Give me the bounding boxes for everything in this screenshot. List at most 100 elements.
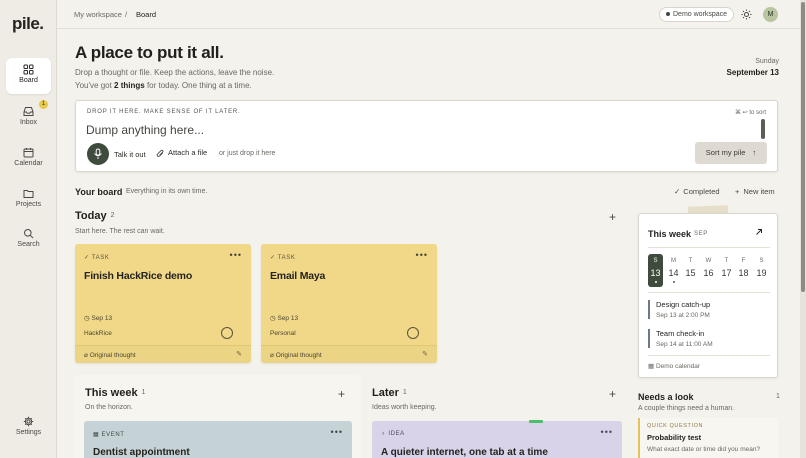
sidebar-item-settings[interactable]: Settings [6,410,51,446]
sidebar-item-label: Board [19,77,38,84]
today-title: Today [75,210,107,222]
card-title: Finish HackRice demo [84,270,193,282]
drag-indicator[interactable] [529,420,543,423]
workspace-dot [666,12,670,17]
calendar-source[interactable]: ▦ Demo calendar [648,362,700,370]
this-week-count: 1 [141,389,146,396]
talk-it-out-label[interactable]: Talk it out [114,150,146,159]
question-text: What exact date or time did you mean? [647,446,761,453]
theme-toggle-sun-icon[interactable] [741,9,752,20]
calendar-day[interactable]: W 16 [701,254,716,287]
app-logo[interactable]: pile. [12,14,44,34]
page-title: A place to put it all. [75,43,224,62]
calendar-day[interactable]: S 19 [754,254,769,287]
attach-file-button[interactable]: Attach a file [156,148,207,158]
card-title: Email Maya [270,270,326,282]
idea-card[interactable]: ♁ IDEA ••• A quieter internet, one tab a… [372,421,622,458]
original-thought-link[interactable]: ⌀ Original thought [84,351,136,359]
day-number: 17 [721,268,732,278]
task-type-label: ✓ TASK [84,254,109,261]
new-item-label: New item [743,187,775,196]
task-type-label: ✓ TASK [270,254,295,261]
workspace-switcher[interactable]: Demo workspace [659,7,735,22]
attach-file-label: Attach a file [168,148,208,157]
board-subtitle: Everything in its own time. [126,188,208,195]
this-week-add-button[interactable]: + [338,387,345,401]
today-status: You've got 2 things for today. One thing… [75,81,252,90]
double-check-icon: ✓ [674,187,681,196]
sidebar-item-board[interactable]: Board [6,58,51,94]
calendar-day[interactable]: T 15 [683,254,698,287]
capture-hint: DROP IT HERE. MAKE SENSE OF IT LATER. [87,109,241,115]
sort-my-pile-label: Sort my pile [705,148,746,157]
edit-pencil-icon[interactable]: ✎ [236,350,242,358]
event-title: Team check-in [656,329,705,338]
page-subtitle: Drop a thought or file. Keep the actions… [75,68,275,77]
event-card[interactable]: ▦ EVENT ••• Dentist appointment [84,421,352,458]
due-text: Sep 13 [91,315,113,322]
calendar-event[interactable]: Design catch-up Sep 13 at 2:00 PM [648,300,770,319]
completed-label: Completed [683,187,720,196]
sidebar-item-inbox[interactable]: 1 Inbox [6,100,51,136]
day-letter: M [671,258,676,264]
folder-icon [23,190,34,198]
complete-checkbox[interactable] [221,327,233,339]
sidebar-item-search[interactable]: Search [6,222,51,258]
breadcrumb-separator: / [125,10,128,19]
paperclip-icon [156,149,164,157]
idea-type-label: ♁ IDEA [381,431,405,437]
day-letter: T [724,258,729,264]
question-card[interactable]: QUICK QUESTION Probability test What exa… [638,418,778,458]
calendar-day[interactable]: S 13 [648,254,663,287]
day-letter: W [705,258,712,264]
later-section-title: Later 1 [372,387,407,399]
today-add-button[interactable]: + [609,210,616,224]
breadcrumb-workspace[interactable]: My workspace [74,10,122,19]
day-number: 15 [685,268,696,278]
new-item-button[interactable]: + New item [735,187,775,196]
card-project: Personal [270,330,296,337]
capture-input[interactable] [86,122,746,138]
complete-checkbox[interactable] [407,327,419,339]
day-letter: S [759,258,764,264]
event-type-label: ▦ EVENT [93,431,125,438]
grid-icon [23,64,34,75]
completed-button[interactable]: ✓ Completed [674,187,720,196]
task-card[interactable]: ✓ TASK ••• Finish HackRice demo ◷ Sep 13… [75,244,251,363]
more-options-icon[interactable]: ••• [416,250,428,260]
sidebar-item-projects[interactable]: Projects [6,182,51,218]
calendar-day[interactable]: M 14 [666,254,681,287]
footer-label: Original thought [275,352,322,359]
sort-shortcut-hint: ⌘ ↩ to sort [734,110,766,116]
day-letter: S [653,258,658,264]
avatar[interactable]: M [763,7,778,22]
this-week-title: This week [85,387,138,399]
calendar-icon: ▦ [648,363,656,370]
event-dot [672,281,675,283]
sidebar-item-calendar[interactable]: Calendar [6,141,51,177]
calendar-day[interactable]: T 17 [719,254,734,287]
page-scrollbar-thumb[interactable] [801,2,805,292]
calendar-event[interactable]: Team check-in Sep 14 at 11:00 AM [648,329,770,348]
later-add-button[interactable]: + [609,387,616,401]
later-subtitle: Ideas worth keeping. [372,404,437,411]
card-type: EVENT [101,432,125,438]
topbar: My workspace / Board Demo workspace M [57,0,800,29]
more-options-icon[interactable]: ••• [331,427,343,437]
current-date: September 13 [726,68,779,77]
open-external-icon[interactable] [755,228,763,236]
status-count: 2 things [114,81,145,90]
more-options-icon[interactable]: ••• [230,250,242,260]
sort-my-pile-button[interactable]: Sort my pile ↑ [695,142,767,164]
card-title: Dentist appointment [93,447,190,458]
calendar-day[interactable]: F 18 [736,254,751,287]
talk-it-out-button[interactable] [87,143,109,165]
task-card[interactable]: ✓ TASK ••• Email Maya ◷ Sep 13 Personal … [261,244,437,363]
status-prefix: You've got [75,81,115,90]
card-footer: ⌀ Original thought ✎ [75,345,251,363]
capture-scrollbar[interactable] [761,119,765,139]
original-thought-link[interactable]: ⌀ Original thought [270,351,322,359]
edit-pencil-icon[interactable]: ✎ [422,350,428,358]
event-dot [654,281,657,283]
more-options-icon[interactable]: ••• [601,427,613,437]
